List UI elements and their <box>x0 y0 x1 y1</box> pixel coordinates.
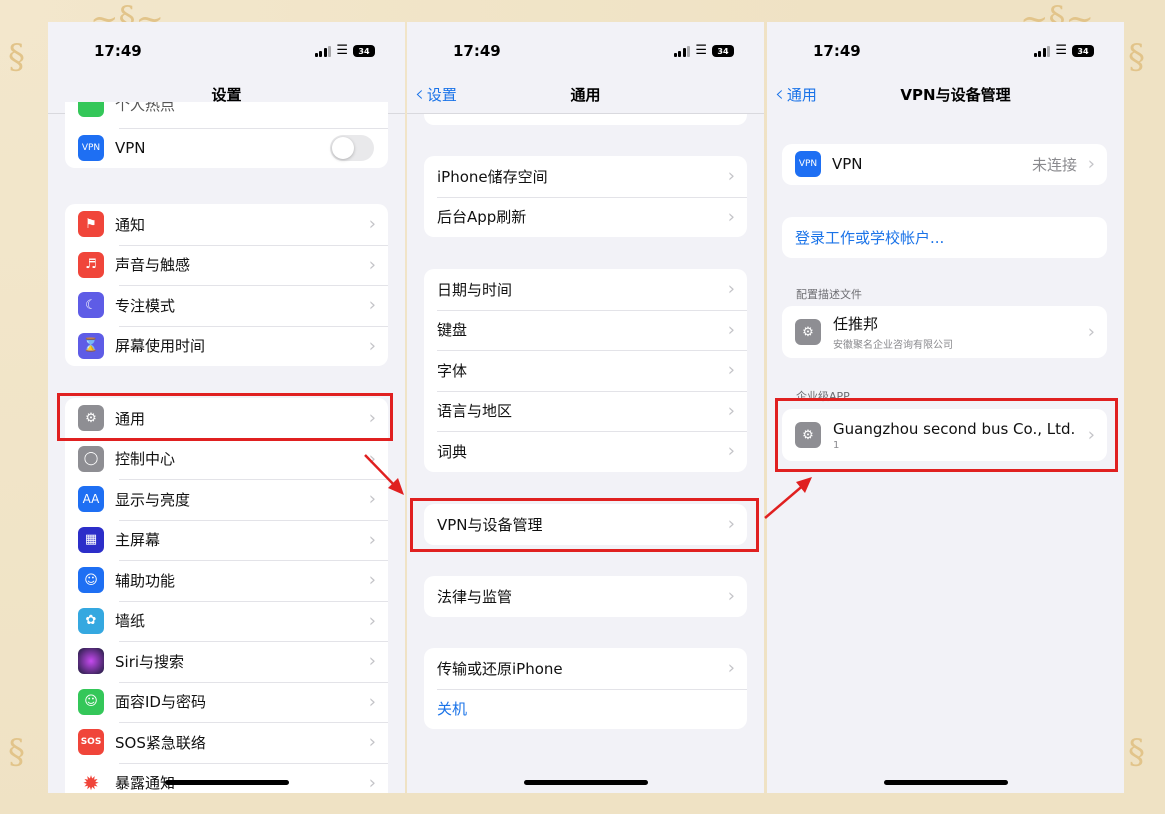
arrow-2-line <box>764 482 807 519</box>
step-arrows <box>364 454 812 519</box>
